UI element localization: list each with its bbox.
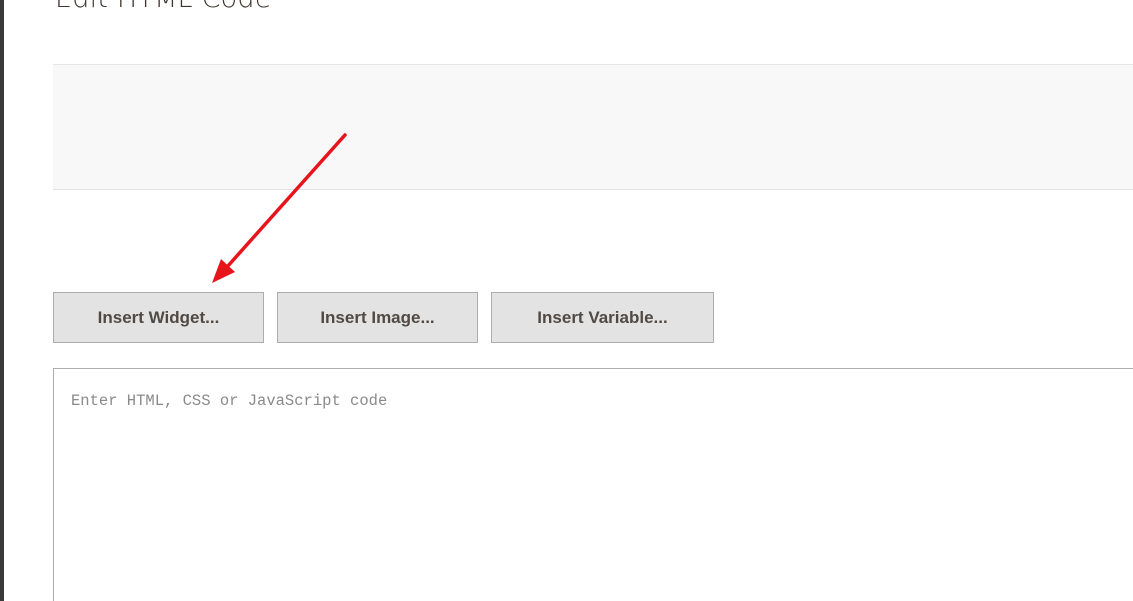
page: Edit HTML Code Insert Widget... Insert I… <box>0 0 1133 601</box>
annotation-arrowhead <box>212 259 235 283</box>
left-border <box>0 0 4 601</box>
content-panel <box>53 64 1133 190</box>
html-code-editor[interactable] <box>53 368 1133 601</box>
insert-variable-button[interactable]: Insert Variable... <box>491 292 714 343</box>
page-title: Edit HTML Code <box>55 0 272 14</box>
insert-widget-button[interactable]: Insert Widget... <box>53 292 264 343</box>
insert-image-button[interactable]: Insert Image... <box>277 292 478 343</box>
